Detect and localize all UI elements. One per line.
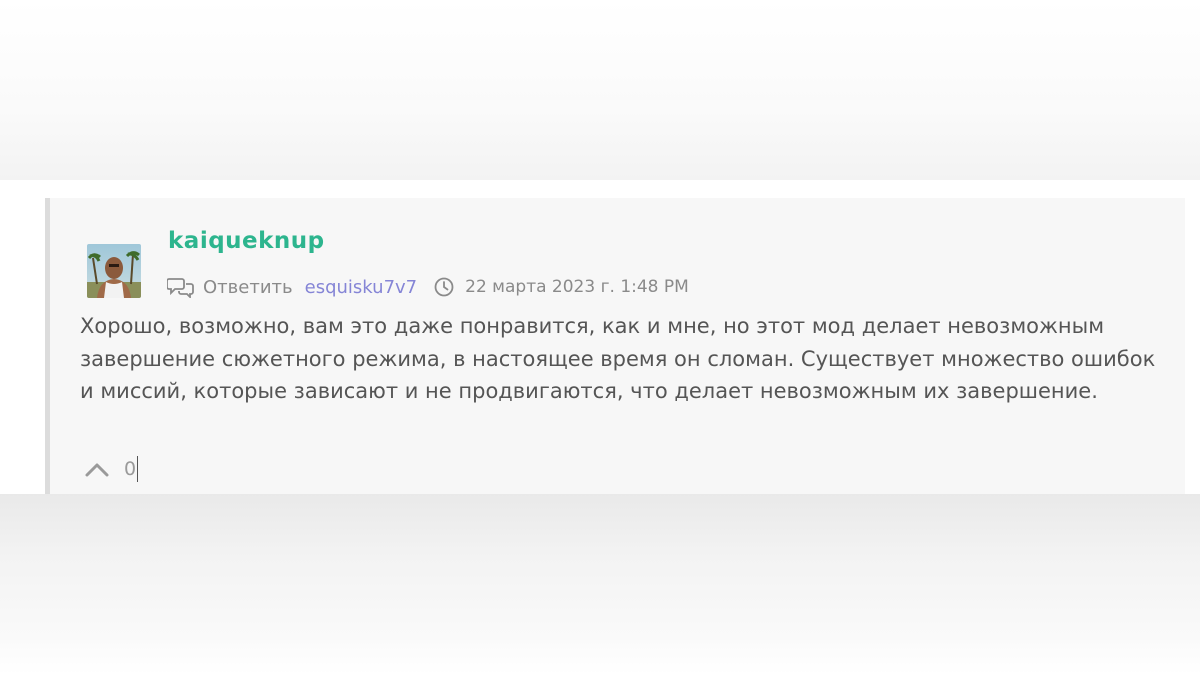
avatar[interactable]	[87, 244, 141, 298]
chevron-up-icon[interactable]	[84, 460, 110, 478]
comment-author-link[interactable]: kaiqueknup	[168, 228, 325, 254]
user-avatar-image	[87, 244, 141, 298]
comment-meta: Ответить esquisku7v7 22 марта 2023 г. 1:…	[166, 274, 689, 300]
comment-date: 22 марта 2023 г. 1:48 PM	[465, 277, 689, 297]
bottom-backdrop	[0, 494, 1200, 675]
top-backdrop	[0, 0, 1200, 180]
reply-button[interactable]: Ответить	[203, 277, 293, 298]
vote-count: 0	[124, 456, 139, 482]
comment-card: kaiqueknup Ответить esquisku7v7 22 марта…	[45, 198, 1185, 494]
reply-to-user-link[interactable]: esquisku7v7	[305, 277, 418, 298]
chat-bubbles-icon[interactable]	[166, 276, 195, 300]
clock-icon	[433, 276, 455, 298]
comment-text: Хорошо, возможно, вам это даже понравитс…	[80, 314, 1156, 403]
vote-widget: 0	[84, 456, 139, 482]
